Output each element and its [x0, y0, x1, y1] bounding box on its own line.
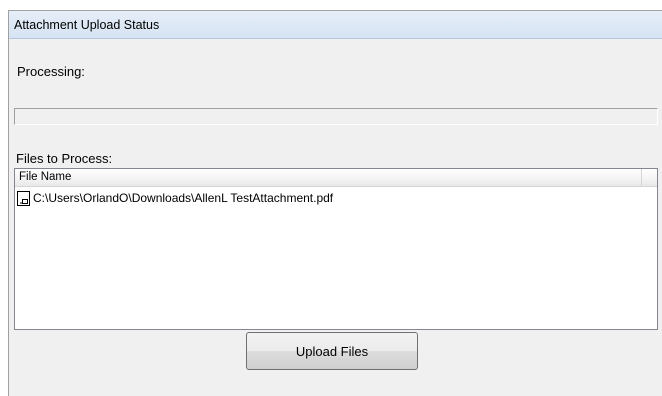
window-title: Attachment Upload Status [14, 18, 160, 32]
list-header: File Name [15, 169, 657, 187]
upload-files-button[interactable]: Upload Files [246, 332, 418, 370]
list-body: C:\Users\OrlandO\Downloads\AllenL TestAt… [15, 187, 657, 329]
list-item[interactable]: C:\Users\OrlandO\Downloads\AllenL TestAt… [17, 190, 333, 206]
column-header-file-name[interactable]: File Name [15, 169, 642, 186]
files-to-process-label: Files to Process: [16, 151, 113, 166]
file-icon [17, 190, 30, 206]
column-header-label: File Name [19, 171, 72, 183]
file-name: C:\Users\OrlandO\Downloads\AllenL TestAt… [33, 191, 334, 205]
files-list[interactable]: File Name C:\Users\OrlandO\Downloads\All… [14, 168, 658, 330]
processing-label: Processing: [17, 64, 85, 79]
title-bar: Attachment Upload Status [9, 11, 662, 39]
progress-bar [14, 108, 658, 125]
